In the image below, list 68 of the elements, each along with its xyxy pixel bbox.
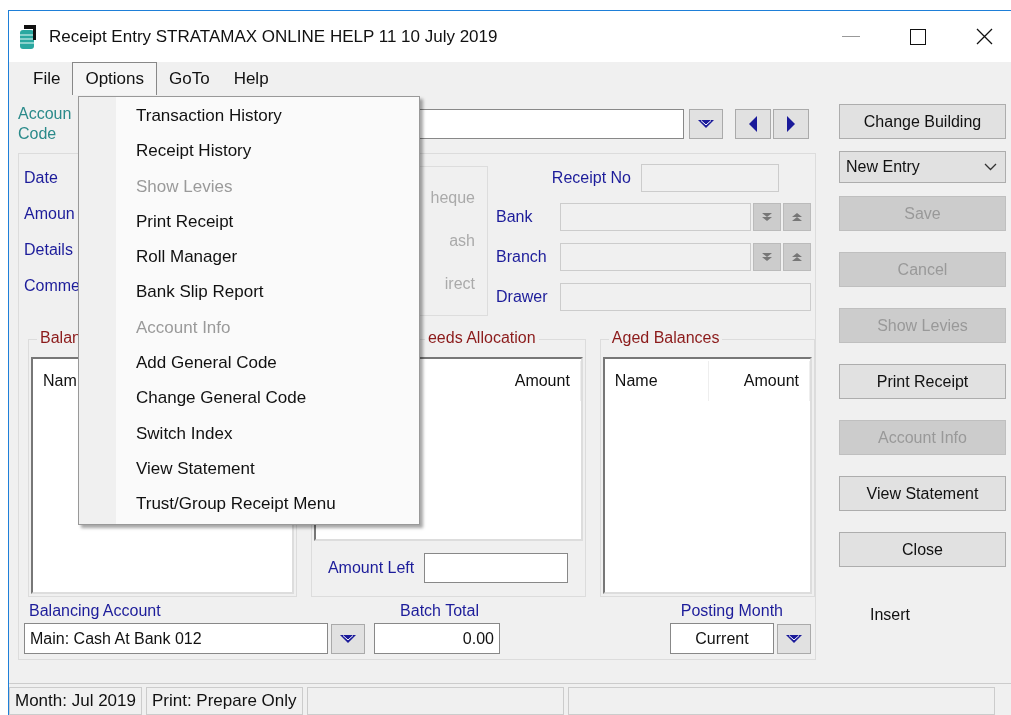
- caret-icon: [785, 633, 803, 644]
- double-down-arrow-icon: [761, 212, 773, 222]
- batch-total-label: Batch Total: [399, 602, 479, 620]
- chevron-down-icon: [984, 163, 997, 171]
- column-header[interactable]: Amount: [709, 361, 810, 401]
- menu-item[interactable]: Options: [72, 62, 157, 95]
- drawer-field[interactable]: [560, 283, 811, 311]
- next-button[interactable]: [773, 109, 809, 139]
- action-button[interactable]: Change Building: [839, 104, 1006, 139]
- dropdown-button[interactable]: [777, 623, 811, 654]
- caret-icon: [339, 633, 357, 644]
- menu-option[interactable]: Roll Manager: [79, 239, 419, 275]
- scroll-down-button[interactable]: [753, 203, 781, 231]
- left-arrow-icon: [748, 115, 758, 133]
- previous-button[interactable]: [735, 109, 771, 139]
- field-label: Details: [24, 241, 74, 259]
- column-header[interactable]: Amount: [479, 361, 581, 401]
- menu-item[interactable]: Help: [221, 62, 281, 95]
- aged-balances-list[interactable]: Name Amount: [602, 357, 812, 594]
- action-button[interactable]: View Statement: [839, 476, 1006, 511]
- close-icon[interactable]: [976, 28, 993, 45]
- bank-field[interactable]: [560, 203, 751, 231]
- coin-stack-icon: [19, 23, 39, 50]
- scroll-down-button[interactable]: [753, 243, 781, 271]
- column-header[interactable]: Name: [604, 361, 709, 401]
- branch-label: Branch: [496, 248, 548, 266]
- double-up-arrow-icon: [791, 252, 803, 262]
- double-down-arrow-icon: [761, 252, 773, 262]
- account-code-label: Accoun: [18, 104, 73, 124]
- branch-field[interactable]: [560, 243, 751, 271]
- receipt-no-label: Receipt No: [551, 169, 631, 187]
- menu-item[interactable]: File: [21, 62, 73, 95]
- field-label: Amoun: [24, 205, 76, 223]
- amount-left-field[interactable]: [424, 553, 569, 583]
- menu-option[interactable]: Bank Slip Report: [79, 274, 419, 310]
- receipt-no-field[interactable]: [641, 164, 779, 192]
- menu-option[interactable]: Receipt History: [79, 133, 419, 169]
- batch-total-field[interactable]: 0.00: [374, 623, 500, 654]
- menu-item[interactable]: GoTo: [157, 62, 222, 95]
- drawer-label: Drawer: [496, 288, 549, 306]
- maximize-icon[interactable]: [910, 28, 926, 45]
- menu-option[interactable]: Print Receipt: [79, 203, 419, 240]
- caret-icon: [697, 119, 715, 129]
- balancing-account-label: Balancing Account: [28, 602, 162, 620]
- dropdown-button[interactable]: [689, 109, 723, 139]
- mode-indicator: Insert: [869, 606, 910, 624]
- scroll-up-button[interactable]: [783, 203, 811, 231]
- window-title: Receipt Entry STRATAMAX ONLINE HELP 11 10 July 2019: [49, 26, 498, 47]
- dropdown-button[interactable]: [331, 623, 365, 654]
- entry-mode-select[interactable]: New Entry: [839, 151, 1006, 183]
- double-up-arrow-icon: [791, 212, 803, 222]
- status-panel: Month: Jul 2019: [9, 687, 142, 715]
- posting-month-field[interactable]: Current: [670, 623, 774, 654]
- scroll-up-button[interactable]: [783, 243, 811, 271]
- minimize-icon[interactable]: [842, 35, 860, 38]
- bank-label: Bank: [496, 208, 534, 226]
- amount-left-label: Amount Left: [327, 559, 415, 577]
- posting-month-label: Posting Month: [679, 602, 784, 620]
- field-label: Date: [24, 169, 59, 187]
- right-arrow-icon: [786, 115, 796, 133]
- menu-option[interactable]: Transaction History: [79, 98, 419, 134]
- balancing-account-field[interactable]: Main: Cash At Bank 012: [24, 623, 328, 654]
- account-code-label: Code: [18, 124, 58, 144]
- action-button[interactable]: Close: [839, 532, 1006, 567]
- status-panel: Print: Prepare Only: [145, 687, 303, 715]
- group-title: Aged Balances: [608, 329, 723, 347]
- action-button[interactable]: Print Receipt: [839, 364, 1006, 399]
- field-label: Comme: [24, 277, 81, 295]
